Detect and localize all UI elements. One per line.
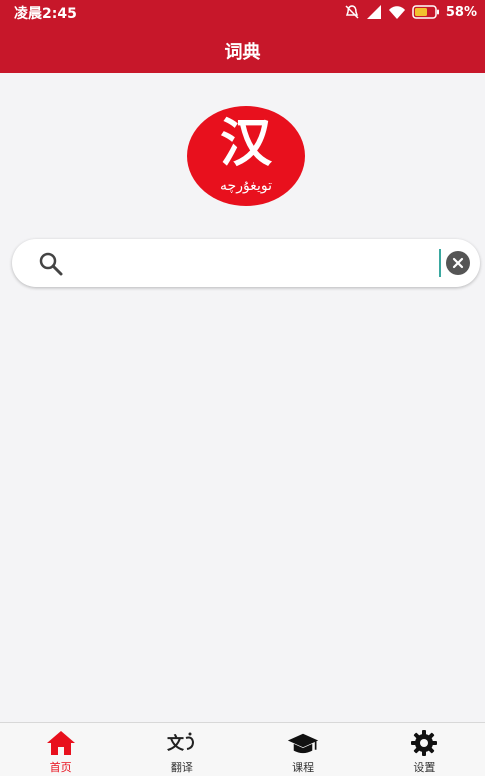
status-icons: 58% <box>344 3 477 21</box>
logo-glyph: 汉 <box>219 113 272 174</box>
search-icon[interactable] <box>38 251 64 277</box>
wifi-icon <box>388 4 406 20</box>
signal-icon <box>366 4 382 20</box>
clear-search-button[interactable] <box>446 251 470 275</box>
app-header: 凌晨2:45 58% 词典 <box>0 0 485 73</box>
page-title: 词典 <box>224 42 261 63</box>
battery-percentage: 58% <box>445 4 477 20</box>
mute-icon <box>344 4 360 20</box>
nav-label-courses: 课程 <box>292 761 315 774</box>
home-icon <box>45 729 77 757</box>
gear-icon <box>408 729 440 757</box>
translate-icon: 文 <box>166 729 198 757</box>
status-bar: 凌晨2:45 58% <box>0 0 485 24</box>
bottom-nav: 首页 文 翻译 课程 设置 <box>0 722 485 776</box>
logo-subtext: تويغۇرچە <box>220 178 272 194</box>
close-icon <box>452 257 464 269</box>
nav-label-home: 首页 <box>49 761 72 774</box>
battery-icon <box>412 5 440 19</box>
app-logo: 汉 تويغۇرچە <box>187 106 305 206</box>
nav-item-translate[interactable]: 文 翻译 <box>121 723 242 776</box>
text-cursor <box>439 249 441 277</box>
nav-label-translate: 翻译 <box>170 761 193 774</box>
nav-item-home[interactable]: 首页 <box>0 723 121 776</box>
status-time: 凌晨2:45 <box>14 6 77 22</box>
nav-label-settings: 设置 <box>413 761 436 774</box>
graduation-cap-icon <box>287 729 319 757</box>
search-bar[interactable] <box>12 239 480 287</box>
nav-item-settings[interactable]: 设置 <box>364 723 485 776</box>
nav-item-courses[interactable]: 课程 <box>243 723 364 776</box>
search-input[interactable] <box>80 249 432 277</box>
svg-text:文: 文 <box>167 733 185 754</box>
